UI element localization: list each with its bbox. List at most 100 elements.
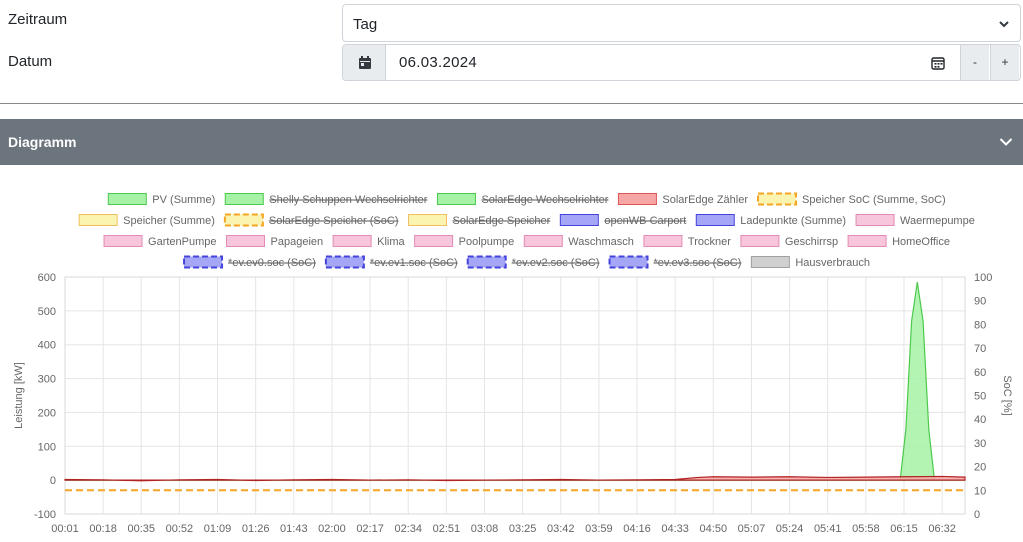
- diagram-panel-header[interactable]: Diagramm: [0, 119, 1023, 165]
- legend-label[interactable]: SolarEdge Wechselrichter: [481, 194, 608, 206]
- x-tick-label: 03:42: [547, 523, 575, 535]
- legend-label[interactable]: openWB Carport: [604, 215, 686, 227]
- legend-label[interactable]: *ev.ev3.soc (SoC): [654, 257, 742, 269]
- y-right-tick-label: 100: [974, 272, 992, 284]
- x-tick-label: 00:35: [128, 523, 156, 535]
- period-label: Zeitraum: [8, 11, 68, 28]
- legend-label[interactable]: Klima: [377, 236, 405, 248]
- calendar-icon: [359, 56, 371, 69]
- chevron-down-icon: [999, 138, 1013, 146]
- legend-swatch[interactable]: [224, 193, 264, 205]
- x-tick-label: 04:16: [623, 523, 651, 535]
- x-tick-label: 00:52: [166, 523, 194, 535]
- legend-swatch[interactable]: [695, 214, 735, 226]
- diagram-panel-title: Diagramm: [8, 134, 77, 150]
- date-label: Datum: [8, 53, 53, 70]
- y-left-tick-label: -100: [34, 509, 56, 521]
- x-tick-label: 02:00: [318, 523, 346, 535]
- legend-swatch[interactable]: [740, 235, 780, 247]
- legend-label[interactable]: Ladepunkte (Summe): [740, 215, 846, 227]
- y-left-tick-label: 600: [38, 272, 56, 284]
- period-select[interactable]: Tag: [342, 4, 1021, 42]
- legend-label[interactable]: Poolpumpe: [459, 236, 515, 248]
- legend-label[interactable]: *ev.ev0.soc (SoC): [228, 257, 316, 269]
- y-left-tick-label: 100: [38, 441, 56, 453]
- x-tick-label: 00:18: [89, 523, 117, 535]
- legend-swatch[interactable]: [523, 235, 563, 247]
- legend-swatch[interactable]: [414, 235, 454, 247]
- legend-swatch[interactable]: [617, 193, 657, 205]
- x-tick-label: 06:32: [928, 523, 956, 535]
- x-tick-label: 04:50: [700, 523, 728, 535]
- legend-swatch[interactable]: [559, 214, 599, 226]
- x-tick-label: 05:41: [814, 523, 842, 535]
- series-area: [65, 281, 965, 481]
- x-tick-label: 05:58: [852, 523, 880, 535]
- legend-label[interactable]: HomeOffice: [892, 236, 950, 248]
- legend-label[interactable]: SolarEdge Speicher (SoC): [269, 215, 399, 227]
- x-tick-label: 03:08: [471, 523, 499, 535]
- x-tick-label: 03:25: [509, 523, 537, 535]
- y-right-tick-label: 10: [974, 485, 986, 497]
- x-tick-label: 05:24: [776, 523, 804, 535]
- energy-chart: PV (Summe) Shelly Schuppen Wechselrichter…: [13, 192, 1013, 535]
- y-right-tick-label: 0: [974, 509, 980, 521]
- x-tick-label: 00:01: [51, 523, 79, 535]
- y-left-tick-label: 400: [38, 340, 56, 352]
- legend-swatch[interactable]: [324, 255, 365, 269]
- y-right-tick-label: 60: [974, 367, 986, 379]
- x-tick-label: 06:15: [890, 523, 918, 535]
- legend-swatch[interactable]: [847, 235, 887, 247]
- x-tick-label: 02:17: [356, 523, 384, 535]
- legend-label[interactable]: Hausverbrauch: [795, 257, 870, 269]
- legend-label[interactable]: PV (Summe): [152, 194, 215, 206]
- legend-label[interactable]: Papageien: [271, 236, 324, 248]
- x-tick-label: 04:33: [661, 523, 689, 535]
- y-left-tick-label: 500: [38, 306, 56, 318]
- x-tick-label: 02:34: [394, 523, 422, 535]
- legend-label[interactable]: SolarEdge Zähler: [662, 194, 748, 206]
- date-input[interactable]: 06.03.2024: [399, 54, 477, 71]
- y-right-tick-label: 90: [974, 296, 986, 308]
- period-row: Zeitraum Tag: [0, 2, 1023, 42]
- legend-swatch[interactable]: [436, 193, 476, 205]
- legend-swatch[interactable]: [466, 255, 507, 269]
- date-decrement-button[interactable]: -: [960, 45, 989, 80]
- legend-label[interactable]: Geschirrsp: [785, 236, 838, 248]
- legend-swatch[interactable]: [107, 193, 147, 205]
- legend-label[interactable]: Shelly Schuppen Wechselrichter: [269, 194, 427, 206]
- legend-swatch[interactable]: [643, 235, 683, 247]
- legend-swatch[interactable]: [757, 192, 798, 206]
- x-tick-label: 01:43: [280, 523, 308, 535]
- legend-swatch[interactable]: [78, 214, 118, 226]
- legend-label[interactable]: SolarEdge Speicher: [452, 215, 550, 227]
- legend-swatch[interactable]: [855, 214, 895, 226]
- y-right-tick-label: 80: [974, 319, 986, 331]
- legend-label[interactable]: Trockner: [688, 236, 731, 248]
- legend-swatch[interactable]: [223, 213, 264, 227]
- calendar-button[interactable]: [343, 45, 386, 80]
- series-area: [64, 475, 966, 482]
- legend-swatch[interactable]: [183, 255, 224, 269]
- legend-label[interactable]: *ev.ev1.soc (SoC): [370, 257, 458, 269]
- y-right-tick-label: 40: [974, 414, 986, 426]
- legend-swatch[interactable]: [407, 214, 447, 226]
- x-tick-label: 02:51: [433, 523, 461, 535]
- section-divider: [0, 103, 1023, 104]
- legend-swatch[interactable]: [226, 235, 266, 247]
- legend-label[interactable]: Speicher SoC (Summe, SoC): [802, 194, 946, 206]
- legend-label[interactable]: GartenPumpe: [148, 236, 216, 248]
- y-left-tick-label: 300: [38, 374, 56, 386]
- legend-label[interactable]: Speicher (Summe): [123, 215, 215, 227]
- legend-label[interactable]: Waermepumpe: [900, 215, 975, 227]
- legend-swatch[interactable]: [103, 235, 143, 247]
- legend-swatch[interactable]: [750, 256, 790, 268]
- legend-swatch[interactable]: [608, 255, 649, 269]
- legend-label[interactable]: Waschmasch: [568, 236, 634, 248]
- y-right-tick-label: 20: [974, 462, 986, 474]
- legend-label[interactable]: *ev.ev2.soc (SoC): [512, 257, 600, 269]
- date-increment-button[interactable]: +: [990, 45, 1019, 80]
- x-tick-label: 03:59: [585, 523, 613, 535]
- legend-swatch[interactable]: [332, 235, 372, 247]
- date-picker-icon[interactable]: [931, 56, 945, 70]
